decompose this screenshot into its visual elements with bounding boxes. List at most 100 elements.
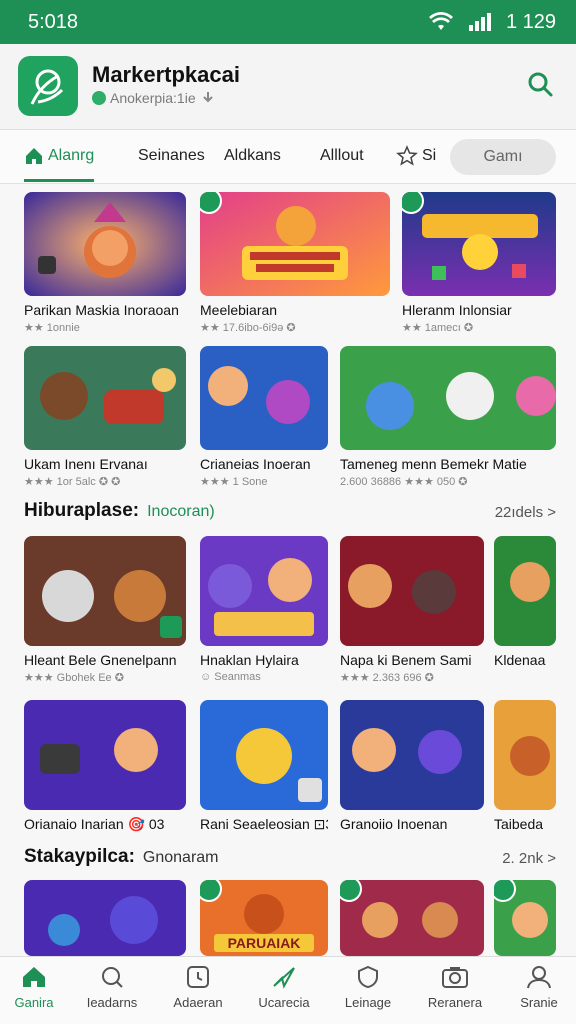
search-icon bbox=[528, 72, 553, 97]
tab-seinanes[interactable]: Seinanes bbox=[138, 130, 205, 182]
game-rating: ★★★ Gbohek Ee ✪ bbox=[24, 672, 124, 684]
section-more-link[interactable]: 22ıdels > bbox=[495, 504, 556, 521]
nav-label: Ieadarns bbox=[86, 995, 138, 1010]
tab-label: Alllout bbox=[320, 147, 364, 164]
game-card[interactable]: Granoiio Inoenan bbox=[340, 700, 484, 832]
game-rating: ★★★ 1or 5alc ✪ ✪ bbox=[24, 476, 121, 488]
status-time: 5:018 bbox=[28, 10, 79, 33]
game-card[interactable]: Crianeias Inoeran ★★★ 1 Sone bbox=[200, 346, 328, 488]
game-thumbnail bbox=[200, 700, 328, 810]
tab-label: Si bbox=[422, 147, 437, 164]
nav-item-sranie[interactable]: Sranie bbox=[498, 965, 576, 1021]
category-tabs: Alanrg Seinanes Aldkans Alllout Si Gamı bbox=[0, 130, 576, 184]
game-title: Taibeda bbox=[494, 816, 544, 832]
wifi-icon bbox=[428, 12, 453, 30]
game-card[interactable]: Parikan Maskia Inoraoan ★★ 1onnie bbox=[24, 192, 186, 334]
game-thumbnail bbox=[24, 536, 186, 646]
game-card[interactable]: PARUAIAK bbox=[200, 880, 328, 956]
search-icon bbox=[102, 967, 123, 988]
nav-label: Ucarecia bbox=[258, 995, 310, 1010]
game-title: Hleant Bele Gnenelpann bbox=[24, 652, 177, 668]
section-subtitle: Inocoran) bbox=[147, 503, 215, 520]
nav-item-ganira[interactable]: Ganira bbox=[0, 965, 75, 1021]
game-title: Hleranm Inlonsiar bbox=[402, 302, 512, 318]
nav-label: Adaeran bbox=[173, 995, 223, 1010]
game-thumbnail bbox=[494, 536, 556, 646]
game-thumbnail bbox=[340, 700, 484, 810]
game-thumbnail bbox=[340, 346, 556, 450]
section-header: Stakaypilca: Gnonaram bbox=[24, 846, 219, 874]
game-title: Orianaio Inarian 🎯 03 bbox=[24, 816, 165, 832]
shield-icon bbox=[358, 965, 378, 989]
nav-item-adaeran[interactable]: Adaeran bbox=[157, 965, 239, 1021]
game-thumbnail bbox=[200, 192, 390, 296]
game-card[interactable]: Napa ki Benem Sami ★★★ 2.363 696 ✪ bbox=[340, 536, 484, 684]
nav-item-reranera[interactable]: Reranera bbox=[414, 965, 496, 1021]
game-card[interactable]: Hnaklan Hylaira ☺ Seanmas bbox=[200, 536, 328, 683]
camera-icon bbox=[442, 967, 468, 988]
game-card[interactable]: Taibeda bbox=[494, 700, 556, 832]
search-button[interactable] bbox=[522, 66, 560, 104]
user-icon bbox=[527, 966, 551, 989]
game-card[interactable]: Meelebiaran ★★ 17.6ibo-6i9ə ✪ bbox=[200, 192, 390, 334]
game-card[interactable]: Orianaio Inarian 🎯 03 bbox=[24, 700, 186, 833]
status-signal-text: 1 129 bbox=[505, 10, 556, 33]
game-title: Hnaklan Hylaira bbox=[200, 652, 299, 668]
games-button[interactable]: Gamı bbox=[450, 139, 556, 175]
game-card[interactable]: Rani Seaeleosian ⊡3 bbox=[200, 700, 328, 833]
home-icon bbox=[23, 967, 45, 987]
game-card[interactable]: Ukam Inenı Ervanaı ★★★ 1or 5alc ✪ ✪ bbox=[24, 346, 186, 488]
game-rating: ★★★ 1 Sone bbox=[200, 476, 268, 488]
game-card[interactable]: Hleant Bele Gnenelpann ★★★ Gbohek Ee ✪ bbox=[24, 536, 186, 684]
game-card[interactable] bbox=[340, 880, 484, 956]
game-thumbnail: PARUAIAK bbox=[200, 880, 328, 956]
app-subtitle-text: Anokerpia:1ie bbox=[110, 90, 196, 106]
clock-icon bbox=[187, 966, 209, 988]
game-thumbnail bbox=[200, 346, 328, 450]
app-subtitle: Anokerpia:1ie bbox=[92, 90, 216, 106]
game-thumbnail bbox=[200, 536, 328, 646]
game-title: Rani Seaeleosian ⊡3 bbox=[200, 816, 328, 832]
app-title: Markertpkacai bbox=[92, 62, 240, 87]
game-rating: ★★ 17.6ibo-6i9ə ✪ bbox=[200, 322, 296, 334]
nav-item-leinage[interactable]: Leinage bbox=[327, 965, 409, 1021]
game-card[interactable] bbox=[494, 880, 556, 956]
game-title: Ukam Inenı Ervanaı bbox=[24, 456, 148, 472]
tab-alanrg[interactable]: Alanrg bbox=[24, 130, 95, 182]
game-rating: ★★★ 2.363 696 ✪ bbox=[340, 672, 434, 684]
game-card[interactable]: Kldenaa bbox=[494, 536, 556, 668]
game-card[interactable]: Tameneg menn Bemekr Matie 2.600 36886 ★★… bbox=[340, 346, 556, 488]
section-more-link[interactable]: 2. 2nk > bbox=[502, 850, 556, 867]
tab-label: Alanrg bbox=[48, 147, 95, 164]
tab-active-indicator bbox=[24, 179, 95, 182]
home-icon bbox=[26, 148, 42, 164]
game-title: Meelebiaran bbox=[200, 302, 278, 318]
game-thumbnail bbox=[494, 880, 556, 956]
nav-label: Leinage bbox=[344, 995, 392, 1010]
verified-icon bbox=[92, 91, 106, 105]
game-thumbnail bbox=[340, 536, 484, 646]
game-thumbnail bbox=[24, 346, 186, 450]
game-card[interactable]: Hleranm Inlonsiar ★★ 1amecı ✪ bbox=[402, 192, 556, 334]
section-subtitle: Gnonaram bbox=[142, 849, 219, 866]
nav-item-ieadarns[interactable]: Ieadarns bbox=[71, 965, 153, 1021]
game-thumbnail bbox=[24, 192, 186, 296]
tab-aldkans[interactable]: Aldkans bbox=[224, 130, 281, 182]
app-logo[interactable] bbox=[18, 56, 78, 116]
section-title: Stakaypilca: bbox=[24, 846, 135, 867]
game-thumbnail bbox=[24, 700, 186, 810]
tab-si[interactable]: Si bbox=[396, 130, 436, 182]
game-rating: ★★ 1onnie bbox=[24, 322, 80, 334]
tab-alllout[interactable]: Alllout bbox=[320, 130, 364, 182]
game-title: Granoiio Inoenan bbox=[340, 816, 448, 832]
nav-label: Reranera bbox=[427, 995, 483, 1010]
download-icon bbox=[202, 92, 213, 103]
game-banner-text: PARUAIAK bbox=[228, 935, 301, 951]
game-title: Napa ki Benem Sami bbox=[340, 652, 472, 668]
send-icon bbox=[273, 967, 295, 989]
game-rating: ☺ Seanmas bbox=[200, 671, 261, 683]
game-rating: 2.600 36886 ★★★ 050 ✪ bbox=[340, 476, 468, 488]
game-thumbnail bbox=[340, 880, 484, 956]
nav-item-ucarecia[interactable]: Ucarecia bbox=[243, 965, 325, 1021]
game-card[interactable] bbox=[24, 880, 186, 956]
